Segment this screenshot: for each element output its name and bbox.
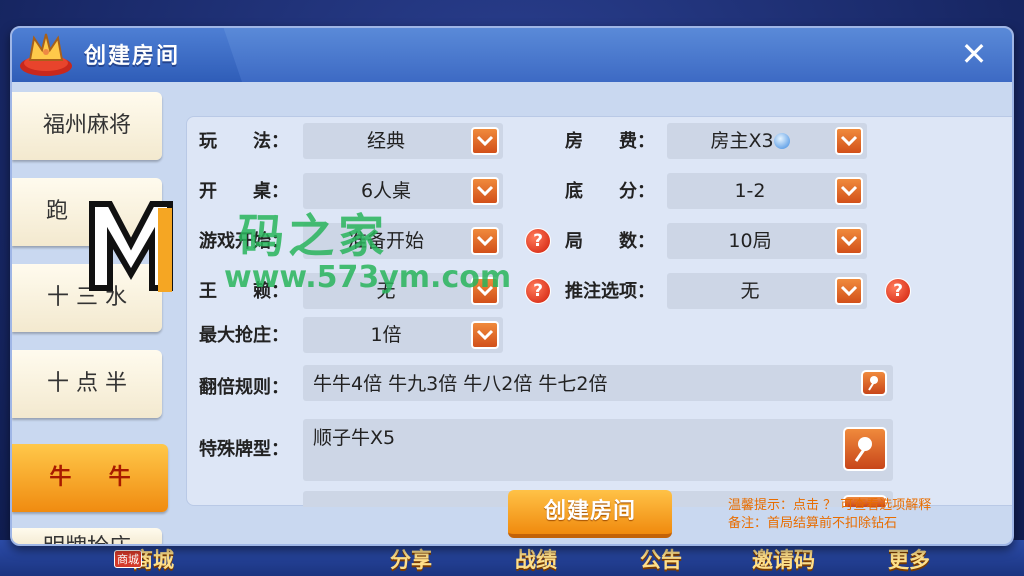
multiplier-field[interactable]: 牛牛4倍 牛九3倍 牛八2倍 牛七2倍 [303, 365, 893, 401]
rounds-value: 10局 [728, 230, 772, 252]
play-label: 玩 法： [199, 131, 289, 152]
special-label: 特殊牌型： [199, 439, 289, 460]
create-room-dialog: 创建房间 ✕ 福州麻将 跑 十 三 水 十 点 半 牛 牛 明牌抢庄 玩 法： … [10, 26, 1014, 546]
bg-nav-invite: 邀请码 [752, 548, 815, 572]
sidebar-item-niuniu[interactable]: 牛 牛 [12, 444, 168, 512]
chevron-down-icon[interactable] [471, 321, 499, 349]
create-room-button[interactable]: 创建房间 [508, 490, 672, 538]
help-icon[interactable]: ? [525, 278, 551, 304]
table-select[interactable]: 6人桌 [303, 173, 503, 209]
sidebar-item-label: 明牌抢庄 [43, 535, 131, 544]
sidebar-item-open-rob[interactable]: 明牌抢庄 [12, 528, 162, 544]
sidebar-item-label: 牛 牛 [49, 465, 131, 490]
chevron-down-icon[interactable] [471, 277, 499, 305]
table-label: 开 桌： [199, 181, 289, 202]
chevron-down-icon[interactable] [835, 277, 863, 305]
score-select[interactable]: 1-2 [667, 173, 867, 209]
close-button[interactable]: ✕ [958, 38, 990, 70]
play-value: 经典 [366, 130, 405, 152]
diamond-icon [773, 133, 790, 149]
game-sidebar: 福州麻将 跑 十 三 水 十 点 半 牛 牛 明牌抢庄 [12, 92, 168, 544]
table-value: 6人桌 [360, 180, 412, 202]
dialog-header: 创建房间 ✕ [12, 28, 1012, 82]
wang-label: 王 赖： [199, 281, 289, 302]
bg-nav-more: 更多 [888, 548, 930, 572]
bg-nav-record: 战绩 [515, 548, 557, 572]
sidebar-item-label: 十 三 水 [47, 285, 127, 310]
tip-text: 温馨提示：点击 ？ 可查看选项解释 [728, 498, 932, 513]
fee-value: 房主X3 [710, 130, 774, 152]
wang-value: 无 [376, 280, 396, 302]
fee-select[interactable]: 房主X3 [667, 123, 867, 159]
sidebar-item-label: 十 点 半 [47, 371, 127, 396]
help-icon[interactable]: ? [525, 228, 551, 254]
bg-nav-share: 分享 [390, 548, 432, 572]
sidebar-item-thirteen[interactable]: 十 三 水 [12, 264, 162, 332]
help-icon[interactable]: ? [885, 278, 911, 304]
wang-select[interactable]: 无 [303, 273, 503, 309]
special-value: 顺子牛X5 [313, 427, 396, 449]
pin-icon[interactable] [843, 427, 887, 471]
note-text: 备注：首局结算前不扣除钻石 [728, 516, 898, 531]
dialog-title: 创建房间 [84, 44, 181, 69]
chevron-down-icon[interactable] [471, 177, 499, 205]
bet-select[interactable]: 无 [667, 273, 867, 309]
special-field[interactable]: 顺子牛X5 [303, 419, 893, 481]
banker-select[interactable]: 1倍 [303, 317, 503, 353]
close-icon: ✕ [960, 35, 988, 73]
sidebar-item-label: 福州麻将 [42, 113, 131, 138]
start-select[interactable]: 准备开始 [303, 223, 503, 259]
score-label: 底 分： [565, 181, 655, 202]
play-select[interactable]: 经典 [303, 123, 503, 159]
fee-label: 房 费： [565, 131, 655, 152]
sidebar-item-label: 跑 [45, 199, 68, 224]
start-value: 准备开始 [347, 230, 424, 252]
bet-value: 无 [740, 280, 760, 302]
bg-nav-notice: 公告 [640, 548, 682, 572]
rounds-select[interactable]: 10局 [667, 223, 867, 259]
sidebar-item-run[interactable]: 跑 [12, 178, 162, 246]
pin-icon[interactable] [861, 370, 887, 396]
multiplier-value: 牛牛4倍 牛九3倍 牛八2倍 牛七2倍 [313, 373, 608, 395]
sidebar-item-ten-half[interactable]: 十 点 半 [12, 350, 162, 418]
chevron-down-icon[interactable] [471, 227, 499, 255]
multiplier-label: 翻倍规则： [199, 377, 289, 398]
banker-value: 1倍 [370, 324, 402, 346]
banker-label: 最大抢庄： [199, 325, 289, 346]
start-label: 游戏开始： [199, 231, 289, 252]
shop-badge: 商城 [114, 550, 142, 568]
bet-label: 推注选项： [565, 281, 655, 302]
sidebar-item-fuzhou-mahjong[interactable]: 福州麻将 [12, 92, 162, 160]
chevron-down-icon[interactable] [471, 127, 499, 155]
chevron-down-icon[interactable] [835, 177, 863, 205]
chevron-down-icon[interactable] [835, 127, 863, 155]
score-value: 1-2 [734, 180, 766, 202]
crown-cushion-icon [20, 33, 72, 76]
chevron-down-icon[interactable] [835, 227, 863, 255]
options-panel: 玩 法： 经典 房 费： 房主X3 开 桌： 6人桌 底 分： 1-2 游戏开始… [186, 116, 1012, 507]
rounds-label: 局 数： [565, 231, 655, 252]
